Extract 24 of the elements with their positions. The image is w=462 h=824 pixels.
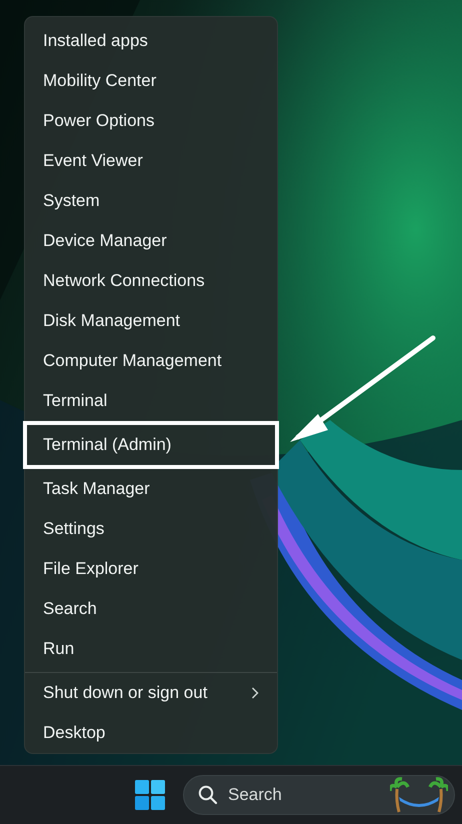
search-icon (198, 785, 218, 805)
menu-item[interactable]: Installed apps (25, 21, 277, 61)
menu-item[interactable]: Run (25, 629, 277, 669)
search-box[interactable]: Search (183, 775, 455, 815)
menu-item[interactable]: Network Connections (25, 261, 277, 301)
menu-item[interactable]: Mobility Center (25, 61, 277, 101)
menu-item[interactable]: System (25, 181, 277, 221)
menu-item[interactable]: Terminal (25, 381, 277, 421)
menu-item[interactable]: Terminal (Admin) (23, 421, 279, 469)
menu-item[interactable]: File Explorer (25, 549, 277, 589)
menu-item[interactable]: Task Manager (25, 469, 277, 509)
menu-item[interactable]: Computer Management (25, 341, 277, 381)
menu-item[interactable]: Settings (25, 509, 277, 549)
hammock-palm-icon (390, 777, 448, 813)
menu-item[interactable]: Device Manager (25, 221, 277, 261)
windows-logo-icon[interactable] (135, 780, 165, 810)
menu-item[interactable]: Desktop (25, 713, 277, 753)
menu-item[interactable]: Power Options (25, 101, 277, 141)
menu-item[interactable]: Shut down or sign out (25, 673, 277, 713)
chevron-right-icon (251, 687, 259, 699)
menu-item[interactable]: Event Viewer (25, 141, 277, 181)
menu-item[interactable]: Search (25, 589, 277, 629)
search-field[interactable]: Search (228, 785, 380, 805)
menu-item[interactable]: Disk Management (25, 301, 277, 341)
